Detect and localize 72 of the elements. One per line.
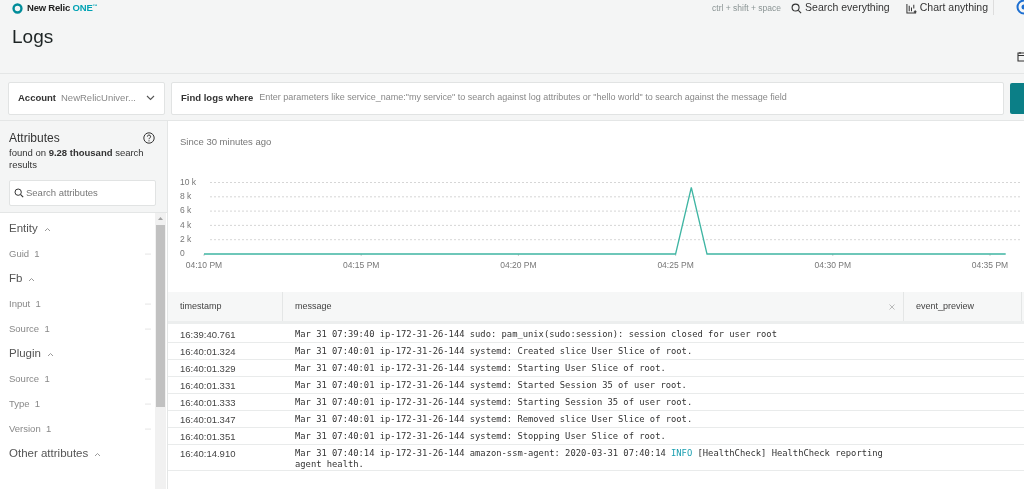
log-message: Mar 31 07:39:40 ip-172-31-26-144 sudo: pam_unix(sudo:session): session closed for user root [295, 329, 777, 340]
chevron-up-icon[interactable] [43, 226, 51, 232]
account-dropdown[interactable]: Account NewRelicUniver... [8, 81, 165, 115]
log-message: Mar 31 07:40:01 ip-172-31-26-144 systemd: Started Session 35 of user root. [295, 380, 687, 391]
log-message: Mar 31 07:40:14 ip-172-31-26-144 amazon-ssm-agent: 2020-03-31 07:40:14 INFO [HealthCheck] HealthCheck reporting agent health. [295, 448, 884, 470]
attribute-group-header[interactable]: Entity [9, 220, 38, 238]
x-axis-label: 04:35 PM [971, 260, 1009, 270]
attribute-item[interactable]: Source 1 [9, 371, 50, 387]
y-axis-label: 8 k [180, 191, 192, 202]
log-message: Mar 31 07:40:01 ip-172-31-26-144 systemd: Removed slice User Slice of root. [295, 414, 693, 425]
scroll-up-icon[interactable] [158, 217, 163, 220]
chevron-up-icon[interactable] [28, 276, 36, 282]
attribute-item[interactable]: Type 1 [9, 396, 41, 412]
bar-chart-icon [905, 2, 917, 14]
chevron-down-icon [146, 95, 155, 101]
search-icon [791, 2, 803, 14]
x-axis-label: 04:20 PM [500, 260, 537, 270]
log-message: Mar 31 07:40:01 ip-172-31-26-144 systemd: Starting User Slice of root. [295, 363, 666, 374]
attribute-item[interactable]: Source 1 [9, 321, 50, 337]
scrollbar-thumb[interactable] [156, 225, 165, 407]
column-header[interactable]: timestamp [180, 299, 222, 314]
chevron-up-icon[interactable] [46, 351, 54, 357]
calendar-icon[interactable] [1017, 51, 1024, 62]
log-message: Mar 31 07:40:01 ip-172-31-26-144 systemd: Starting Session 35 of user root. [295, 397, 693, 408]
scrollbar[interactable] [155, 213, 166, 489]
attribute-item[interactable]: Input 1 [9, 296, 41, 312]
column-header[interactable]: event_preview [916, 299, 975, 314]
search-everything-button[interactable]: Search everything [791, 0, 890, 16]
attribute-item[interactable]: Guid 1 [9, 246, 40, 262]
attribute-group-header[interactable]: Plugin [9, 345, 41, 363]
timestamp-cell: 16:40:01.331 [180, 380, 236, 391]
attribute-group-header[interactable]: Fb [9, 270, 23, 288]
y-axis-label: 0 [180, 248, 185, 259]
page-title: Logs [12, 25, 54, 49]
timestamp-cell: 16:39:40.761 [180, 329, 236, 340]
chevron-up-icon[interactable] [94, 451, 102, 457]
close-icon[interactable] [889, 303, 895, 310]
timestamp-cell: 16:40:01.329 [180, 363, 236, 374]
y-axis-label: 6 k [180, 205, 192, 216]
timestamp-cell: 16:40:01.333 [180, 397, 236, 408]
y-axis-label: 10 k [180, 176, 197, 187]
query-input[interactable]: Enter parameters like service_name:"my service" to search against log attributes or "hello world" to search against the message field [259, 91, 1000, 105]
brand-name: New Relic ONE$^{™}$ [27, 0, 98, 15]
search-field[interactable]: Search attributes [9, 180, 156, 206]
user-avatar-icon[interactable] [1015, 0, 1024, 17]
timestamp-cell: 16:40:01.351 [180, 431, 236, 442]
x-axis-label: 04:10 PM [185, 260, 223, 270]
log-message: Mar 31 07:40:01 ip-172-31-26-144 systemd: Created slice User Slice of root. [295, 346, 693, 357]
timestamp-cell: 16:40:14.910 [180, 448, 236, 459]
timestamp-cell: 16:40:01.347 [180, 414, 236, 425]
y-axis-label: 4 k [180, 219, 192, 230]
log-message: Mar 31 07:40:01 ip-172-31-26-144 systemd: Stopping User Slice of root. [295, 431, 666, 442]
attribute-group-header[interactable]: Other attributes [9, 445, 89, 463]
results-summary: found on 9.28 thousand search results [9, 147, 145, 171]
panel-title: Attributes [9, 130, 60, 147]
keyboard-shortcut: ctrl + shift + space [712, 1, 782, 15]
attribute-item[interactable]: Version 1 [9, 421, 52, 437]
timestamp-cell: 16:40:01.324 [180, 346, 236, 357]
chart-subtitle: Since 30 minutes ago [180, 136, 272, 147]
chart-anything-button[interactable]: Chart anything [905, 0, 988, 16]
x-axis-label: 04:15 PM [343, 260, 380, 270]
x-axis-label: 04:25 PM [657, 260, 694, 270]
y-axis-label: 2 k [180, 233, 192, 244]
x-axis-label: 04:30 PM [814, 260, 851, 270]
search-input[interactable]: Search attributes [26, 185, 154, 201]
column-header[interactable]: message [295, 299, 332, 314]
run-query-button[interactable] [1010, 82, 1024, 114]
help-icon[interactable] [143, 132, 155, 144]
logo-icon [12, 2, 23, 14]
query-field[interactable]: Find logs where Enter parameters like service_name:"my service" to search against log attributes or "hello world" to search against the message field [171, 81, 1004, 115]
query-label: Find logs where [181, 90, 254, 105]
search-icon [14, 188, 24, 198]
